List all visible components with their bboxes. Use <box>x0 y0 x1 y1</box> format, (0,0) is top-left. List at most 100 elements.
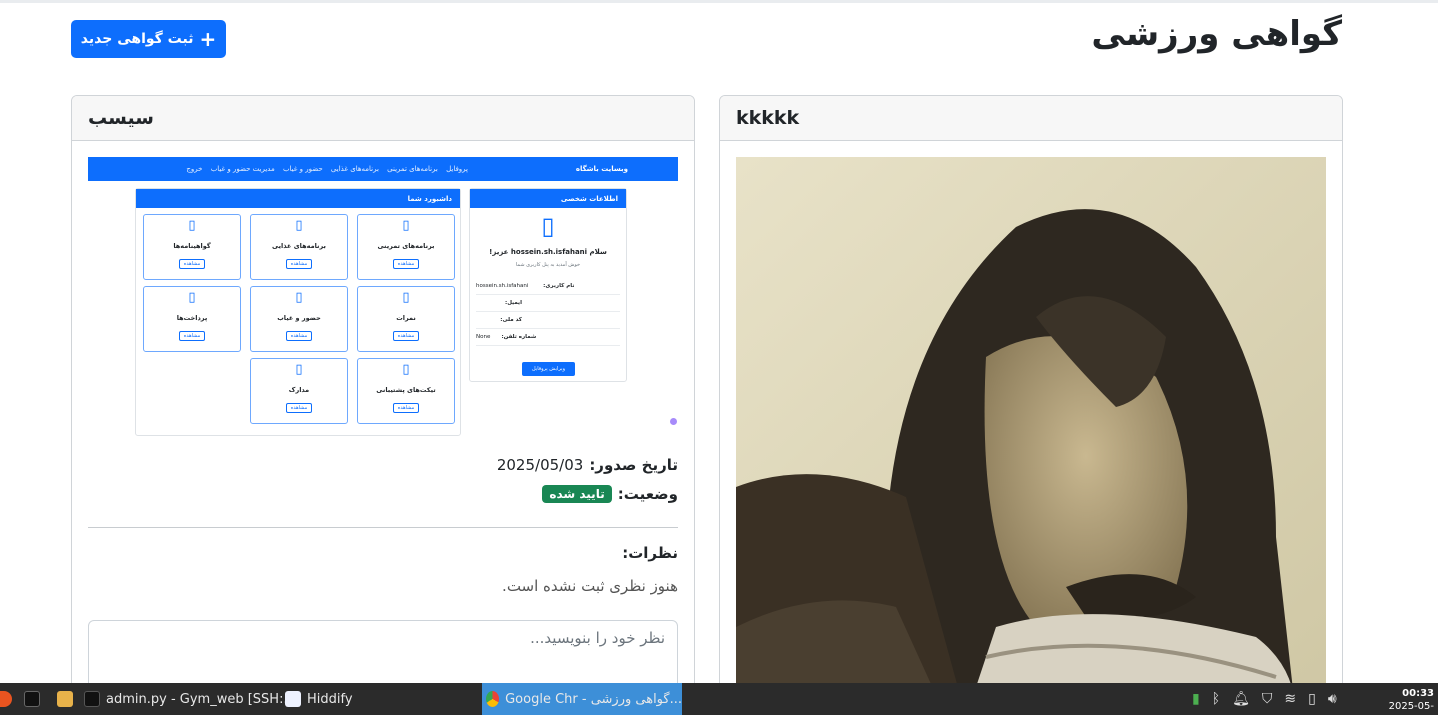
certificate-card: kkkkk <box>719 95 1343 715</box>
tile-label: تیکت‌های پشتیبانی <box>376 386 436 394</box>
issue-date-label: تاریخ صدور: <box>589 456 678 474</box>
chrome-icon <box>486 691 500 707</box>
row-key: شماره تلفن: <box>501 334 537 340</box>
shot-nav-link: برنامه‌های غذایی <box>330 165 379 173</box>
row-value: None <box>476 334 491 340</box>
tile-view-button: مشاهده <box>178 259 206 269</box>
battery-icon[interactable]: ▯ <box>1308 691 1316 707</box>
volume-icon[interactable]: 🔊︎ <box>1328 691 1337 707</box>
folder-icon[interactable] <box>57 683 73 715</box>
new-certificate-label: ثبت گواهی جدید <box>80 31 194 47</box>
os-taskbar: admin.py - Gym_web [SSH:... Hiddify Goog… <box>0 683 1438 715</box>
shot-edit-profile-button: ویرایش پروفایل <box>522 362 575 376</box>
network-signal-icon[interactable]: ▮ <box>1192 691 1200 707</box>
shot-profile-row: نام کاربری: hossein.sh.isfahani <box>476 278 620 295</box>
tile-label: برنامه‌های تمرینی <box>377 242 435 250</box>
tile-view-button: مشاهده <box>392 259 420 269</box>
tile-view-button: مشاهده <box>285 259 313 269</box>
tile-label: مدارک <box>288 386 310 394</box>
portrait-photo <box>736 157 1326 714</box>
taskbar-item-vscode[interactable]: admin.py - Gym_web [SSH:... <box>84 683 296 715</box>
taskbar-item-hiddify[interactable]: Hiddify <box>285 683 353 715</box>
tile-view-button: مشاهده <box>178 331 206 341</box>
tile-label: نمرات <box>396 314 416 322</box>
vscode-icon <box>84 691 100 707</box>
certificate-image[interactable]: وبسایت باشگاه پروفایل برنامه‌های تمرینی … <box>88 157 678 439</box>
shot-tile: ▯ نمرات مشاهده <box>357 286 455 352</box>
card-title: سیسب <box>72 96 694 141</box>
shield-icon[interactable]: ⛉ <box>1262 691 1273 707</box>
status-badge: تایید شده <box>542 485 612 503</box>
tile-icon: ▯ <box>402 218 410 233</box>
tile-label: حضور و غیاب <box>277 314 321 322</box>
shot-nav-links: پروفایل برنامه‌های تمرینی برنامه‌های غذا… <box>180 165 468 173</box>
chat-bubble-icon <box>670 418 677 425</box>
tile-icon: ▯ <box>188 218 196 233</box>
tile-label: برنامه‌های غذایی <box>272 242 326 250</box>
clock-date: 2025-05- <box>1388 701 1434 712</box>
status-label: وضعیت: <box>617 485 678 503</box>
user-icon: ▯ <box>541 212 555 240</box>
shot-profile-row: کد ملی: <box>476 312 620 329</box>
browser-top-edge <box>0 0 1438 3</box>
certificate-card: سیسب وبسایت باشگاه پروفایل برنامه‌های تم… <box>71 95 695 715</box>
tile-icon: ▯ <box>402 362 410 377</box>
shot-navbar: وبسایت باشگاه پروفایل برنامه‌های تمرینی … <box>88 157 678 181</box>
shot-dashboard: داشبورد شما ▯ برنامه‌های تمرینی مشاهده ▯… <box>135 188 461 436</box>
comments-heading: نظرات: <box>622 544 678 562</box>
shot-greeting: سلام hossein.sh.isfahani عزیز! <box>489 248 607 256</box>
plus-icon: + <box>199 27 217 51</box>
row-key: نام کاربری: <box>543 283 575 289</box>
issue-date-row: تاریخ صدور: 2025/05/03 <box>497 456 678 474</box>
no-comments-text: هنوز نظری ثبت نشده است. <box>502 577 678 595</box>
row-key: ایمیل: <box>505 300 522 306</box>
shot-tile: ▯ پرداخت‌ها مشاهده <box>143 286 241 352</box>
shot-tile: ▯ برنامه‌های تمرینی مشاهده <box>357 214 455 280</box>
tile-icon: ▯ <box>188 290 196 305</box>
new-certificate-button[interactable]: + ثبت گواهی جدید <box>71 20 226 58</box>
wifi-icon[interactable]: ≋ <box>1284 691 1296 707</box>
row-key: کد ملی: <box>500 317 522 323</box>
divider <box>88 527 678 528</box>
taskbar-item-label: Hiddify <box>307 691 353 707</box>
shot-brand: وبسایت باشگاه <box>575 165 628 173</box>
taskbar-item-chrome[interactable]: Google Chr - گواهی ورزشی... <box>482 683 682 715</box>
status-row: وضعیت: تایید شده <box>542 485 678 503</box>
notification-bell-icon[interactable]: 🔔︎ <box>1232 691 1250 707</box>
tile-icon: ▯ <box>295 362 303 377</box>
taskbar-item-label: admin.py - Gym_web [SSH:... <box>106 691 296 707</box>
shot-tile: ▯ گواهینامه‌ها مشاهده <box>143 214 241 280</box>
shot-tile: ▯ حضور و غیاب مشاهده <box>250 286 348 352</box>
shot-nav-link: حضور و غیاب <box>282 165 323 173</box>
shot-tile: ▯ تیکت‌های پشتیبانی مشاهده <box>357 358 455 424</box>
shot-tile: ▯ مدارک مشاهده <box>250 358 348 424</box>
row-value: hossein.sh.isfahani <box>476 283 529 289</box>
tile-icon: ▯ <box>295 290 303 305</box>
tile-view-button: مشاهده <box>392 403 420 413</box>
shot-profile-panel: اطلاعات شخصی ▯ سلام hossein.sh.isfahani … <box>469 188 627 382</box>
tile-label: گواهینامه‌ها <box>173 242 211 250</box>
bluetooth-icon[interactable]: ᛒ <box>1212 691 1220 707</box>
clock-time: 00:33 <box>1402 688 1434 699</box>
issue-date-value: 2025/05/03 <box>496 456 584 474</box>
hiddify-icon <box>285 691 301 707</box>
tile-icon: ▯ <box>402 290 410 305</box>
card-title: kkkkk <box>720 96 1342 141</box>
certificate-photo[interactable] <box>736 157 1326 714</box>
shot-profile-title: اطلاعات شخصی <box>470 189 626 208</box>
taskbar-item-label: Google Chr - گواهی ورزشی... <box>505 691 682 707</box>
clock[interactable]: 00:33 2025-05- <box>1389 687 1434 713</box>
app-launcher-icon[interactable] <box>0 683 14 715</box>
shot-nav-link: خروج <box>186 165 203 173</box>
shot-nav-link: مدیریت حضور و غیاب <box>210 165 275 173</box>
tile-view-button: مشاهده <box>392 331 420 341</box>
terminal-icon[interactable] <box>24 683 40 715</box>
shot-dashboard-title: داشبورد شما <box>136 189 460 208</box>
shot-tile: ▯ برنامه‌های غذایی مشاهده <box>250 214 348 280</box>
shot-profile-row: ایمیل: <box>476 295 620 312</box>
tile-icon: ▯ <box>295 218 303 233</box>
shot-profile-row: شماره تلفن: None <box>476 329 620 346</box>
tile-view-button: مشاهده <box>285 403 313 413</box>
shot-nav-link: برنامه‌های تمرینی <box>387 165 438 173</box>
tile-view-button: مشاهده <box>285 331 313 341</box>
